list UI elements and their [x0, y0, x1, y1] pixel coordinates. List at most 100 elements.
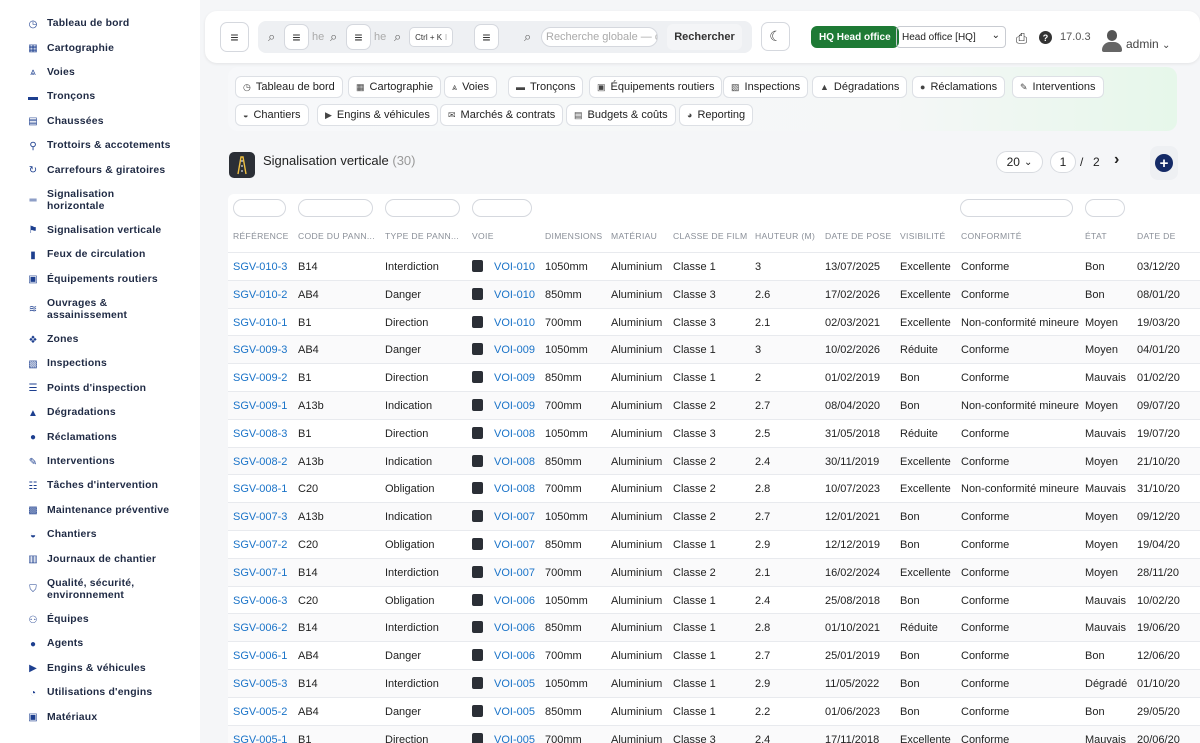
help-icon[interactable]: ?	[1039, 31, 1052, 44]
table-row[interactable]: SGV-005-1 B1 Direction VOI-005 700mm Aluminiu…	[228, 724, 1200, 743]
sidebar-item[interactable]: ↻ Carrefours & giratoires	[0, 158, 200, 182]
sidebar-item[interactable]: ⚲ Trottoirs & accotements	[0, 134, 200, 158]
module-tab[interactable]: ✎ Interventions	[1012, 76, 1104, 98]
search-button[interactable]: Rechercher	[667, 24, 742, 50]
voie-link[interactable]: VOI-008	[494, 456, 535, 468]
reference-link[interactable]: SGV-006-2	[233, 622, 287, 634]
module-tab[interactable]: ▶ Engins & véhicules	[317, 104, 438, 126]
column-header[interactable]: CLASSE DE FILM	[673, 231, 747, 241]
column-header[interactable]: MATÉRIAU	[611, 231, 657, 241]
sidebar-item[interactable]: ◷ Tableau de bord	[0, 12, 200, 36]
sidebar-item[interactable]: ▦ Cartographie	[0, 36, 200, 60]
table-row[interactable]: SGV-007-2 C20 Obligation VOI-007 850mm Alumin…	[228, 530, 1200, 558]
table-row[interactable]: SGV-007-1 B14 Interdiction VOI-007 700mm Alum…	[228, 557, 1200, 586]
sidebar-item[interactable]: ▧ Inspections	[0, 352, 200, 376]
sidebar-item[interactable]: ▮ Feux de circulation	[0, 243, 200, 267]
current-page-input[interactable]: 1	[1050, 151, 1076, 173]
column-header[interactable]: DATE DE	[1137, 231, 1176, 241]
table-row[interactable]: SGV-005-2 AB4 Danger VOI-005 850mm Aluminium C…	[228, 696, 1200, 725]
avatar[interactable]	[1102, 30, 1122, 52]
reference-link[interactable]: SGV-010-3	[233, 261, 287, 273]
sidebar-item[interactable]: ═ Signalisation horizontale	[0, 183, 200, 219]
theme-toggle-button[interactable]: ☾	[761, 22, 790, 51]
column-header[interactable]: DATE DE POSE	[825, 231, 891, 241]
sidebar-item[interactable]: ▤ Chaussées	[0, 110, 200, 134]
next-page-icon[interactable]: ›	[1114, 151, 1119, 169]
module-tab[interactable]: ▤ Budgets & coûts	[566, 104, 676, 126]
voie-link[interactable]: VOI-005	[494, 678, 535, 690]
filter-menu-button[interactable]: ≡	[284, 24, 309, 50]
voie-link[interactable]: VOI-007	[494, 539, 535, 551]
voie-link[interactable]: VOI-010	[494, 261, 535, 273]
module-tab[interactable]: ▬ Tronçons	[508, 76, 584, 98]
search-input-2[interactable]: he	[374, 31, 386, 43]
module-tab[interactable]: ▣ Équipements routiers	[589, 76, 723, 98]
column-header[interactable]: VOIE	[472, 231, 494, 241]
filter-menu-button[interactable]: ≡	[474, 24, 499, 50]
reference-link[interactable]: SGV-009-3	[233, 344, 287, 356]
sidebar-item[interactable]: ⩓ Voies	[0, 61, 200, 85]
reference-link[interactable]: SGV-010-1	[233, 317, 287, 329]
sidebar-item[interactable]: ☷ Tâches d'intervention	[0, 474, 200, 498]
sidebar-item[interactable]: ◔ Utilisations d'engins	[0, 681, 200, 705]
table-row[interactable]: SGV-006-3 C20 Obligation VOI-006 1050mm Alumi…	[228, 585, 1200, 614]
voie-link[interactable]: VOI-005	[494, 734, 535, 743]
table-row[interactable]: SGV-009-2 B1 Direction VOI-009 850mm Aluminiu…	[228, 363, 1200, 391]
voie-link[interactable]: VOI-007	[494, 511, 535, 523]
print-icon[interactable]: ⎙	[1016, 30, 1027, 47]
sidebar-item[interactable]: ⚇ Équipes	[0, 608, 200, 632]
sidebar-item[interactable]: ▣ Matériaux	[0, 705, 200, 729]
reference-link[interactable]: SGV-005-3	[233, 678, 287, 690]
reference-link[interactable]: SGV-005-2	[233, 706, 287, 718]
module-tab[interactable]: ▦ Cartographie	[348, 76, 442, 98]
table-row[interactable]: SGV-007-3 A13b Indication VOI-007 1050mm Alum…	[228, 502, 1200, 530]
user-menu[interactable]: admin ⌄	[1126, 37, 1170, 51]
sidebar-item[interactable]: ☰ Points d'inspection	[0, 377, 200, 401]
sidebar-item[interactable]: ⚑ Signalisation verticale	[0, 219, 200, 243]
voie-link[interactable]: VOI-009	[494, 344, 535, 356]
reference-link[interactable]: SGV-005-1	[233, 734, 287, 743]
reference-link[interactable]: SGV-008-1	[233, 483, 287, 495]
column-header[interactable]: VISIBILITÉ	[900, 231, 946, 241]
sidebar-item[interactable]: ● Réclamations	[0, 425, 200, 449]
sidebar-item[interactable]: ◒ Chantiers	[0, 523, 200, 547]
filter-menu-button[interactable]: ≡	[346, 24, 371, 50]
sidebar-item[interactable]: ● Agents	[0, 632, 200, 656]
reference-link[interactable]: SGV-007-2	[233, 539, 287, 551]
search-input-1[interactable]: he	[312, 31, 324, 43]
voie-link[interactable]: VOI-010	[494, 317, 535, 329]
module-tab[interactable]: ● Réclamations	[912, 76, 1006, 98]
reference-link[interactable]: SGV-010-2	[233, 289, 287, 301]
filter-reference[interactable]	[233, 199, 286, 217]
table-row[interactable]: SGV-009-1 A13b Indication VOI-009 700mm Alumi…	[228, 391, 1200, 419]
reference-link[interactable]: SGV-006-3	[233, 595, 287, 607]
table-row[interactable]: SGV-009-3 AB4 Danger VOI-009 1050mm Aluminium…	[228, 335, 1200, 364]
table-row[interactable]: SGV-005-3 B14 Interdiction VOI-005 1050mm Alu…	[228, 669, 1200, 697]
column-header[interactable]: ÉTAT	[1085, 231, 1107, 241]
hq-badge[interactable]: HQ Head office	[811, 26, 899, 48]
column-header[interactable]: CODE DU PANN...	[298, 231, 375, 241]
filter-etat[interactable]	[1085, 199, 1125, 217]
sidebar-item[interactable]: ▩ Maintenance préventive	[0, 499, 200, 523]
reference-link[interactable]: SGV-007-1	[233, 567, 287, 579]
module-tab[interactable]: ▧ Inspections	[723, 76, 809, 98]
reference-link[interactable]: SGV-008-2	[233, 456, 287, 468]
table-row[interactable]: SGV-006-1 AB4 Danger VOI-006 700mm Aluminium C…	[228, 641, 1200, 669]
table-row[interactable]: SGV-010-2 AB4 Danger VOI-010 850mm Aluminium C…	[228, 279, 1200, 308]
add-record-button[interactable]: +	[1150, 146, 1178, 180]
organisation-select[interactable]: Head office [HQ] ⌄	[896, 26, 1006, 48]
table-row[interactable]: SGV-010-1 B1 Direction VOI-010 700mm Aluminiu…	[228, 307, 1200, 336]
column-header[interactable]: HAUTEUR (M)	[755, 231, 815, 241]
sidebar-item[interactable]: ≋ Ouvrages & assainissement	[0, 292, 200, 328]
voie-link[interactable]: VOI-009	[494, 400, 535, 412]
voie-link[interactable]: VOI-010	[494, 289, 535, 301]
voie-link[interactable]: VOI-008	[494, 428, 535, 440]
filter-code[interactable]	[298, 199, 373, 217]
module-tab[interactable]: ◕ Reporting	[679, 104, 754, 126]
sidebar-item[interactable]: ▶ Engins & véhicules	[0, 657, 200, 681]
voie-link[interactable]: VOI-007	[494, 567, 535, 579]
module-tab[interactable]: ◒ Chantiers	[235, 104, 309, 126]
global-search-input[interactable]: Recherche globale — c	[541, 27, 658, 47]
reference-link[interactable]: SGV-009-1	[233, 400, 287, 412]
voie-link[interactable]: VOI-006	[494, 650, 535, 662]
